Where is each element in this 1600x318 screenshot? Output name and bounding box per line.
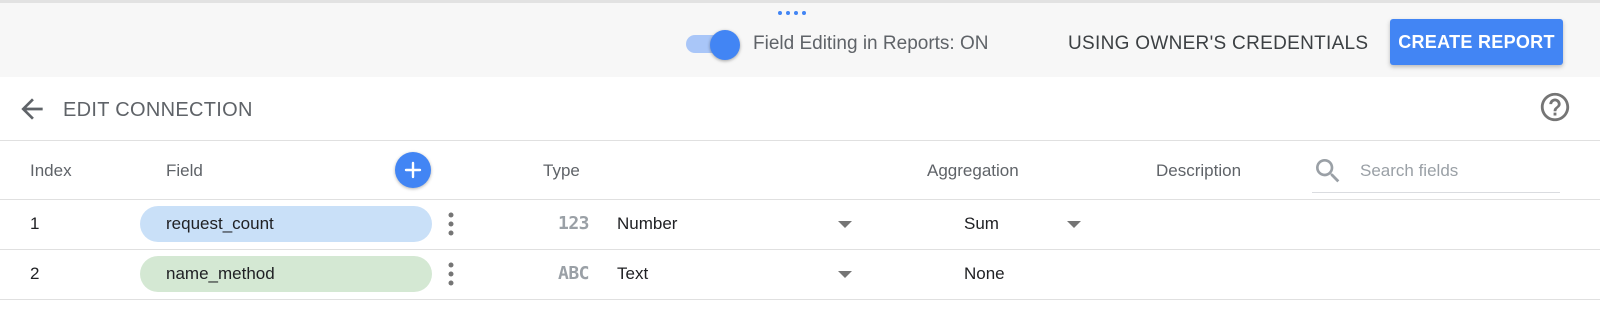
drag-handle[interactable] [778,11,806,15]
credentials-button[interactable]: USING OWNER'S CREDENTIALS [1068,33,1368,55]
column-header-field: Field [166,161,203,180]
row-index: 2 [30,264,40,283]
field-name-pill[interactable]: name_method [140,256,432,292]
aggregation-select[interactable]: Sum [964,214,999,234]
column-header-type: Type [543,161,580,180]
create-report-button[interactable]: CREATE REPORT [1390,19,1563,65]
field-editing-label: Field Editing in Reports: ON [753,33,989,54]
field-editing-toggle[interactable] [686,30,740,60]
divider [0,249,1600,250]
column-header-aggregation: Aggregation [927,161,1019,180]
page-header: EDIT CONNECTION [0,77,1600,141]
type-select[interactable]: Text [617,264,648,284]
add-field-button[interactable] [395,152,431,188]
type-select[interactable]: Number [617,214,677,234]
aggregation-value: None [964,264,1005,283]
more-vert-icon[interactable] [443,210,459,238]
text-type-icon: ABC [558,263,590,284]
field-name-pill[interactable]: request_count [140,206,432,242]
top-bar: Field Editing in Reports: ON USING OWNER… [0,0,1600,77]
page-title: EDIT CONNECTION [63,99,253,121]
search-icon [1316,159,1340,183]
arrow-back-icon[interactable] [16,93,48,125]
plus-icon [404,161,422,179]
divider [0,299,1600,300]
chevron-down-icon[interactable] [838,221,852,228]
more-vert-icon[interactable] [443,260,459,288]
column-header-description: Description [1156,161,1242,180]
chevron-down-icon[interactable] [838,271,852,278]
divider [0,199,1600,200]
search-underline [1312,192,1560,193]
column-header-index: Index [30,161,72,180]
chevron-down-icon[interactable] [1067,221,1081,228]
search-input[interactable] [1360,158,1560,184]
help-icon[interactable] [1538,90,1572,124]
number-type-icon: 123 [558,213,590,234]
row-index: 1 [30,214,40,233]
toggle-thumb [710,30,740,60]
